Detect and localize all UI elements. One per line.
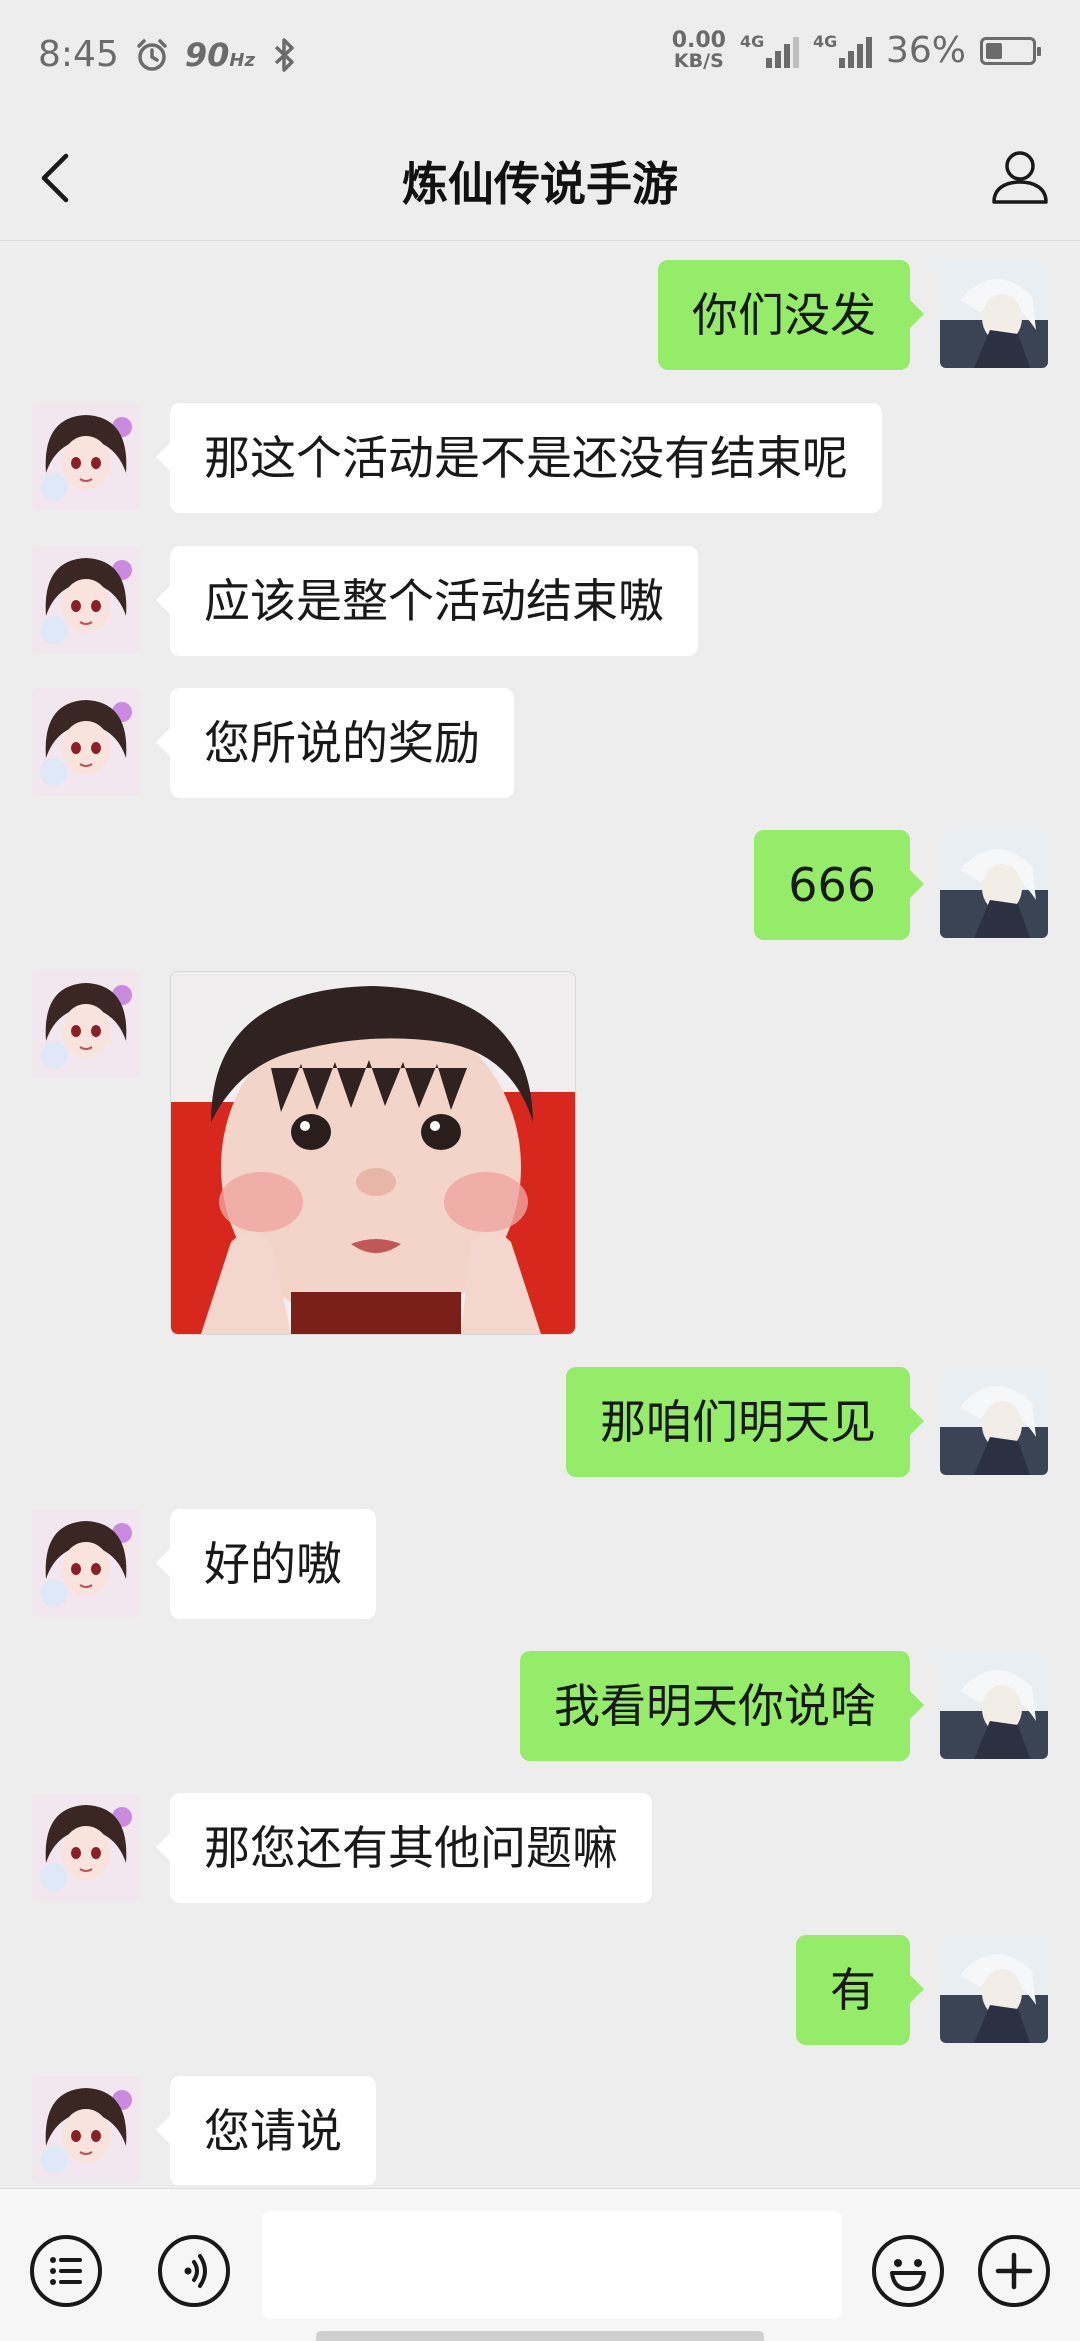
avatar-self[interactable] (940, 1935, 1048, 2043)
chat-header: 炼仙传说手游 (0, 110, 1080, 241)
message-bubble[interactable]: 您请说 (156, 2076, 376, 2185)
status-time: 8:45 (38, 34, 119, 75)
message-bubble[interactable]: 应该是整个活动结束嗷 (156, 546, 698, 656)
chat-title: 炼仙传说手游 (402, 157, 678, 211)
message-bubble[interactable]: 您所说的奖励 (156, 688, 514, 798)
avatar-contact[interactable] (32, 403, 140, 511)
status-left: 8:45 90Hz (38, 34, 299, 75)
avatar-contact[interactable] (32, 2076, 140, 2184)
avatar-contact[interactable] (32, 1509, 140, 1617)
message-bubble[interactable]: 好的嗷 (156, 1509, 376, 1619)
plus-icon[interactable] (978, 2235, 1050, 2307)
list-icon[interactable] (30, 2235, 102, 2307)
message-bubble[interactable]: 666 (754, 830, 924, 940)
signal-sim1-icon: 4G (740, 32, 799, 68)
message-bubble[interactable]: 那咱们明天见 (566, 1367, 924, 1477)
avatar-self[interactable] (940, 260, 1048, 368)
image-message[interactable] (170, 971, 576, 1335)
avatar-contact[interactable] (32, 546, 140, 654)
person-icon[interactable] (988, 144, 1052, 208)
battery-percent: 36% (885, 30, 966, 71)
network-speed: 0.00 KB/S (671, 27, 726, 72)
message-input[interactable] (262, 2211, 842, 2319)
message-bubble[interactable]: 那这个活动是不是还没有结束呢 (156, 403, 882, 513)
bluetooth-icon (274, 37, 294, 72)
message-bubble[interactable]: 那您还有其他问题嘛 (156, 1793, 652, 1903)
input-bar (0, 2188, 1080, 2341)
message-bubble[interactable]: 有 (796, 1935, 924, 2045)
avatar-self[interactable] (940, 1367, 1048, 1475)
refresh-rate: 90Hz (184, 35, 255, 74)
message-bubble[interactable]: 我看明天你说啥 (520, 1651, 924, 1761)
battery-fill (986, 42, 1002, 59)
avatar-self[interactable] (940, 1651, 1048, 1759)
voice-icon[interactable] (158, 2235, 230, 2307)
status-right: 0.00 KB/S 4G 4G 36% (671, 27, 1041, 72)
avatar-contact[interactable] (32, 1793, 140, 1901)
baby-face-sticker (171, 972, 575, 1334)
alarm-icon (137, 38, 167, 71)
battery-icon (980, 36, 1041, 65)
message-list[interactable]: 你们没发 那这个活动是不是还没有结束呢 应该是整个活动结束嗷 您所说的奖励 66… (0, 240, 1080, 2185)
message-bubble[interactable]: 你们没发 (658, 260, 924, 370)
avatar-contact[interactable] (32, 971, 140, 1079)
smiley-icon[interactable] (872, 2235, 944, 2307)
signal-sim2-icon: 4G (813, 32, 872, 68)
avatar-contact[interactable] (32, 688, 140, 796)
avatar-self[interactable] (940, 830, 1048, 938)
status-bar: 8:45 90Hz 0.00 KB/S 4G 4G 36% (0, 0, 1080, 110)
